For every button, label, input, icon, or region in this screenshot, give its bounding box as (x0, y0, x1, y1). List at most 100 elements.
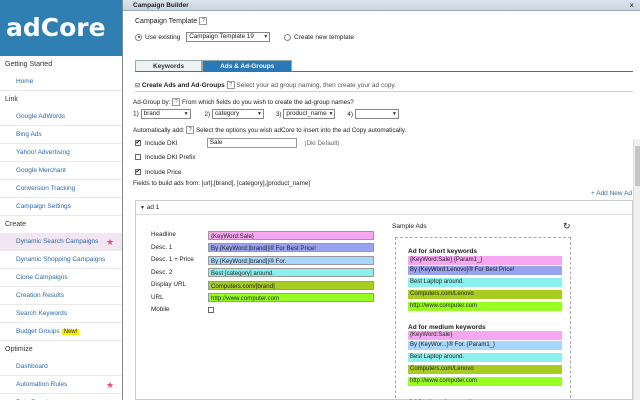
sample-ad-line: By {KeyWord:Lenovo}® For Best Price! (408, 265, 562, 275)
use-existing-radio[interactable] (135, 33, 142, 41)
sidebar-item-creation-results[interactable]: Creation Results (0, 287, 122, 305)
mobile-checkbox[interactable] (208, 307, 214, 313)
dki-default-note: (Dki Default) (304, 139, 340, 147)
tab-keywords[interactable]: Keywords (135, 60, 203, 71)
sidebar-item-label: Bing Ads (16, 131, 42, 138)
sidebar-item-bing-ads[interactable]: Bing Ads (0, 126, 122, 144)
sidebar-item-campaign-settings[interactable]: Campaign Settings (0, 198, 122, 216)
sample-ad-line: Computers.com/Lenovo (408, 289, 562, 299)
ad-field-input-display-url[interactable]: Computers.com/[brand] (208, 280, 374, 290)
template-section-label: Campaign Template ? (135, 17, 208, 25)
field-1-select[interactable]: brand ▼ (140, 109, 191, 119)
help-icon[interactable]: ? (199, 17, 208, 25)
sample-ad-line: {KeyWord:Sale} (408, 331, 562, 340)
sidebar-item-google-merchant[interactable]: Google Merchant (0, 162, 122, 180)
ad-field-label-desc-1: Desc. 1 (151, 243, 173, 251)
include-price-label: Include Price (145, 169, 182, 176)
ad-panel: ▼ ad 1 Headline {KeyWord:Sale} Desc. 1 By {… (135, 200, 633, 400)
sidebar-item-search-keywords[interactable]: Search Keywords (0, 305, 122, 323)
sample-ads-label: Sample Ads (392, 223, 427, 230)
sidebar-item-dynamic-shopping-campaigns[interactable]: Dynamic Shopping Campaigns (0, 251, 122, 269)
sidebar-item-conversion-tracking[interactable]: Conversion Tracking (0, 180, 122, 198)
sidebar-item-label: Search Keywords (16, 310, 67, 317)
chevron-down-icon: ▼ (257, 111, 262, 117)
sample-ad-line: By {KeyWor...}® For. {Param1_} (408, 341, 562, 350)
include-dki-prefix-label: Include DKI Prefix (145, 154, 196, 161)
sidebar-item-dashboard[interactable]: Dashboard (0, 358, 122, 376)
add-new-ad-link[interactable]: + Add New Ad (591, 190, 632, 197)
sidebar-item-clone-campaigns[interactable]: Clone Campaigns (0, 269, 122, 287)
ad-field-input-headline[interactable]: {KeyWord:Sale} (208, 230, 374, 240)
sidebar-item-label: Dynamic Shopping Campaigns (16, 256, 106, 263)
sidebar-item-label: Google Merchant (16, 167, 66, 174)
sidebar-item-automation-rules[interactable]: Automation Rules ★ (0, 376, 122, 394)
sidebar-item-label: Dashboard (16, 363, 48, 370)
adgroup-by-label: Ad-Group by: (133, 99, 171, 106)
sidebar-item-label: Clone Campaigns (16, 274, 68, 281)
include-dki-checkbox[interactable] (135, 138, 141, 148)
field-3-num: 3) (275, 110, 282, 118)
include-price-row: Include Price (135, 167, 182, 178)
ad-field-input-desc-2[interactable]: Best [category] around. (208, 268, 374, 277)
refresh-icon[interactable]: ↻ (563, 221, 571, 232)
scrollbar-thumb[interactable] (635, 146, 640, 186)
tab-underline (135, 71, 633, 72)
sidebar-item-google-adwords[interactable]: Google AdWords (0, 108, 122, 126)
create-new-radio[interactable] (284, 33, 292, 41)
adgroup-fields: 1) brand ▼ 2) category ▼ 3) product_name ▼ … (133, 109, 399, 120)
sidebar-section-create: Create (5, 221, 27, 228)
field-4-select[interactable]: ▼ (354, 109, 399, 119)
sample-ad-line: Best Laptop around. (408, 277, 562, 287)
include-price-checkbox[interactable] (135, 167, 141, 177)
dialog-scrollbar[interactable] (633, 139, 640, 400)
sidebar-item-label: Creation Results (16, 292, 65, 299)
sidebar-nav: Getting Started Home Link Google AdWords Bin… (0, 56, 122, 400)
sidebar-item-label: Home (16, 78, 34, 85)
create-ads-header: ⊟ Create Ads and Ad-Groups ? Select your… (135, 80, 633, 92)
collapse-icon[interactable]: ⊟ (135, 83, 140, 89)
dki-default-input[interactable]: Sale (206, 138, 297, 148)
ad-field-input-desc-1[interactable]: By {KeyWord:[brand]}® For Best Price! (208, 243, 374, 252)
ad-title: ad 1 (146, 204, 160, 211)
help-icon[interactable]: ? (226, 81, 235, 90)
sidebar-item-dynamic-search-campaigns[interactable]: Dynamic Search Campaigns ★ (0, 233, 122, 251)
campaign-builder-dialog: Campaign Builder × Campaign Template ? U… (122, 0, 640, 400)
sidebar-section-optimize: Optimize (5, 346, 33, 353)
close-icon[interactable]: × (629, 0, 634, 11)
template-select-value: Campaign Template 19 (189, 33, 254, 41)
tab-ads-adgroups[interactable]: Ads & Ad-Groups (202, 60, 293, 71)
create-ads-hint: Select your ad group naming, then create… (236, 82, 397, 89)
sidebar-item-label: Yahoo! Advertising (16, 149, 70, 156)
sample-ad-line: Computers.com/Lenovo (408, 365, 562, 374)
ad-field-input-url[interactable]: http://www.computer.com (208, 293, 374, 302)
field-4-num: 4) (347, 110, 353, 118)
ad-field-label-headline: Headline (151, 231, 176, 238)
sidebar-item-rule-results[interactable]: Rule Results (0, 394, 122, 400)
create-ads-title: Create Ads and Ad-Groups (141, 82, 225, 89)
sidebar-item-yahoo-advertising[interactable]: Yahoo! Advertising (0, 144, 122, 162)
template-choice: Use existing Campaign Template 19 ▼ Creat… (135, 32, 354, 44)
field-3-select[interactable]: product_name ▼ (283, 109, 336, 119)
help-icon[interactable]: ? (172, 98, 181, 107)
ad-field-label-url: URL (151, 293, 164, 301)
include-dki-prefix-checkbox[interactable] (135, 154, 141, 161)
sidebar-item-home[interactable]: Home (0, 73, 122, 91)
caret-down-icon: ▼ (140, 205, 145, 211)
include-dki-prefix-row: Include DKI Prefix (135, 153, 195, 163)
sidebar-item-budget-groups[interactable]: Budget Groups New! (0, 323, 122, 341)
create-new-label: Create new template (294, 34, 355, 41)
auto-add-hint: Select the options you wish adCore to in… (195, 127, 407, 134)
ad-field-input-desc-1-price[interactable]: By {KeyWord:[brand]}® For. (208, 255, 374, 265)
help-icon[interactable]: ? (186, 126, 195, 135)
sidebar-item-label: Campaign Settings (16, 203, 71, 210)
sidebar-item-label: Automation Rules (16, 381, 68, 388)
ad-field-label-mobile: Mobile (151, 306, 170, 313)
adgroup-hint: From which fields do you wish to create … (181, 99, 354, 106)
template-select[interactable]: Campaign Template 19 ▼ (186, 32, 271, 43)
field-2-select[interactable]: category ▼ (212, 109, 264, 119)
ad-header[interactable]: ▼ ad 1 (136, 201, 632, 215)
field-2-value: category (215, 110, 240, 117)
brand-logo[interactable]: adCore (0, 0, 122, 56)
auto-add-row: Automatically add: ? Select the options … (133, 126, 406, 136)
dialog-titlebar: Campaign Builder × (123, 0, 640, 11)
